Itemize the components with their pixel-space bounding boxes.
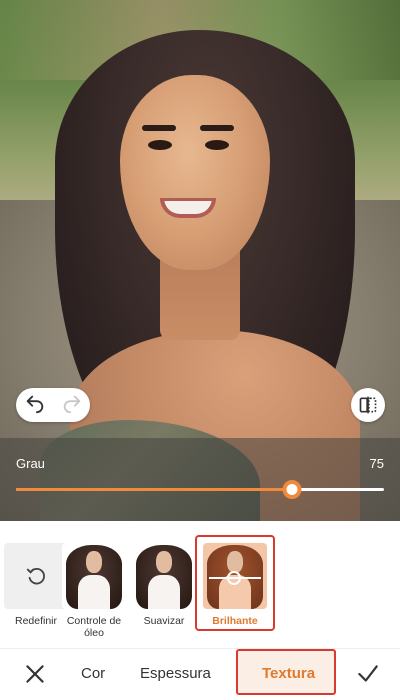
preset-thumbnail [132,543,196,609]
subject-brow-right [200,125,234,131]
preset-label: Suavizar [143,615,185,627]
compare-button[interactable] [351,388,385,422]
undo-redo-pill [16,388,90,422]
preset-oil-control[interactable]: Controle de óleo [62,543,126,639]
compare-icon [359,396,377,414]
slider-fill [16,488,292,491]
close-icon[interactable] [22,661,48,687]
tab-texture[interactable]: Textura [262,665,315,682]
tab-color[interactable]: Cor [81,665,105,682]
subject-eye-left [148,140,172,150]
undo-button[interactable] [24,392,46,419]
preset-label: Redefinir [14,615,58,627]
redo-icon [63,395,80,413]
slider-track[interactable] [16,480,384,499]
slider-value: 75 [369,456,384,471]
subject-brow-left [142,125,176,131]
preset-label: Controle de óleo [66,615,122,639]
slider-thumb[interactable] [282,480,302,499]
photo-canvas: Grau 75 [0,0,400,521]
selected-preset-outline [195,535,275,631]
subject-eye-right [205,140,229,150]
subject-face [120,75,270,270]
redo-button[interactable] [61,392,83,419]
check-icon[interactable] [355,661,381,687]
bottom-toolbar: Cor Espessura Textura [0,648,400,700]
intensity-slider-panel: Grau 75 [0,438,400,521]
reset-thumb [4,543,68,609]
preset-thumbnail [62,543,126,609]
reset-icon [26,567,45,585]
tab-thickness[interactable]: Espessura [140,665,211,682]
preset-smooth[interactable]: Suavizar [132,543,196,627]
slider-label: Grau [16,456,45,471]
undo-icon [26,395,43,413]
preset-reset[interactable]: Redefinir [4,543,68,627]
